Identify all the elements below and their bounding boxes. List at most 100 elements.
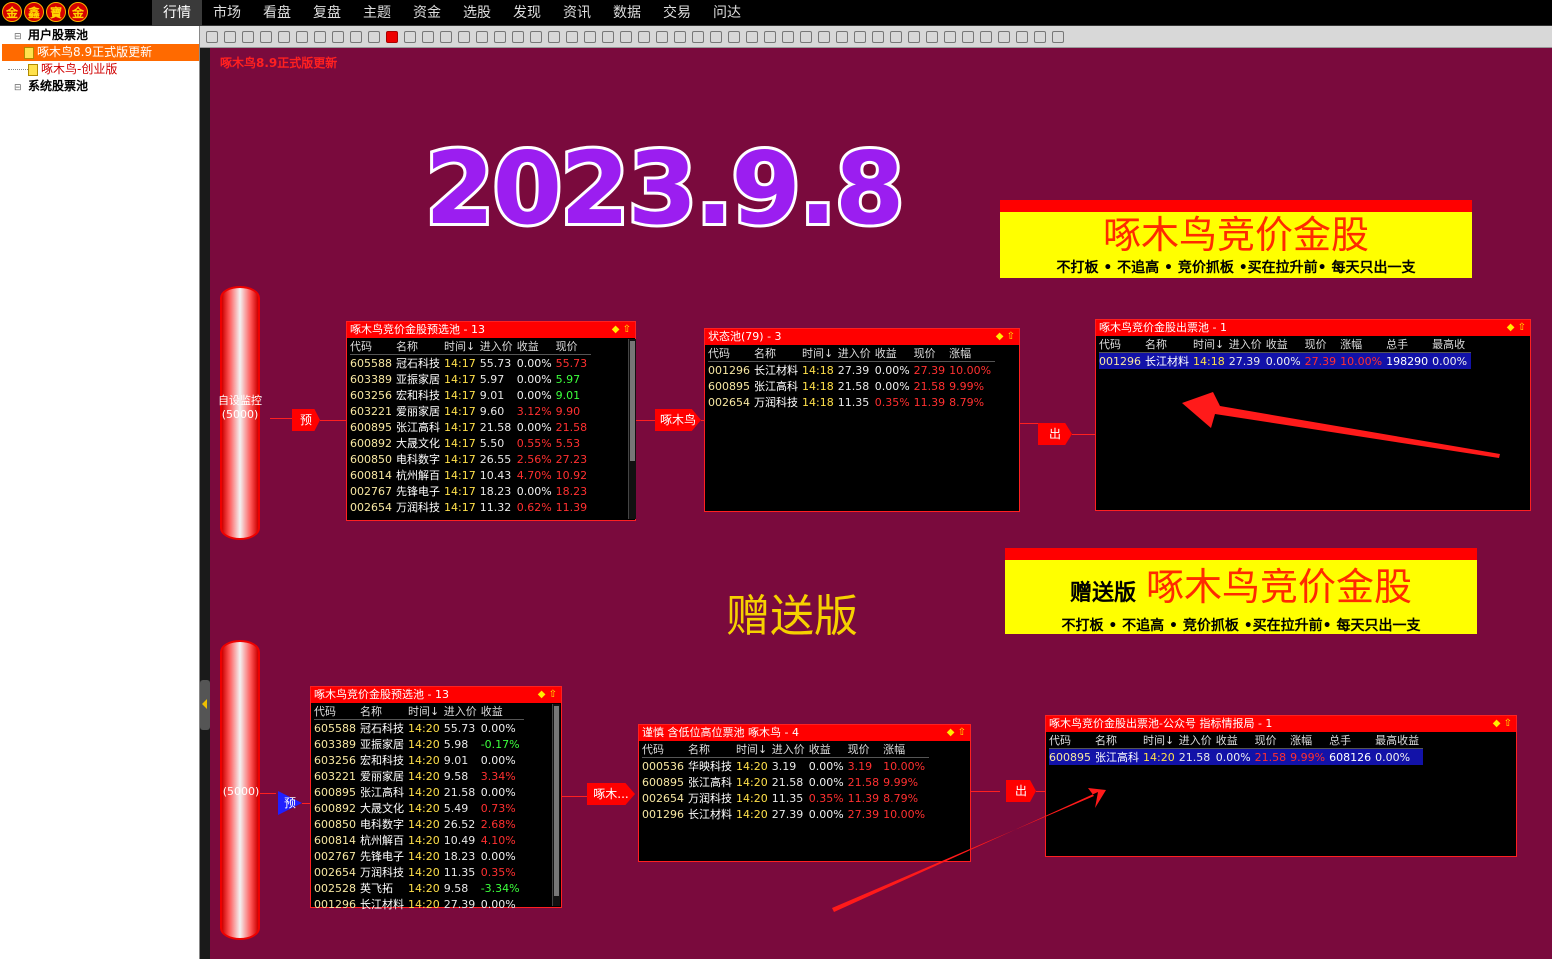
toolbar-tool-icon[interactable]: [818, 30, 830, 43]
toolbar-tool-icon[interactable]: [638, 30, 650, 43]
toolbar-tool-icon[interactable]: [854, 30, 866, 43]
toolbar-tool-icon[interactable]: [602, 30, 614, 43]
column-header[interactable]: 现价: [847, 741, 884, 758]
toolbar-tool-icon[interactable]: [764, 30, 776, 43]
table-row[interactable]: 600895 张江高科 14:17 21.58 0.00% 21.58: [350, 419, 591, 435]
scrollbar[interactable]: [552, 704, 560, 906]
panel-pin-icon[interactable]: ◆ ⇧: [1493, 716, 1512, 732]
tree-collapse-icon[interactable]: ⊟: [14, 80, 28, 97]
menu-item[interactable]: 主题: [352, 0, 402, 26]
column-header[interactable]: 名称: [396, 338, 444, 355]
tree-item-chinext[interactable]: 啄木鸟-创业版: [8, 61, 117, 78]
table-row[interactable]: 605588 冠石科技 14:17 55.73 0.00% 55.73: [350, 355, 591, 372]
column-header[interactable]: 收益: [516, 338, 556, 355]
toolbar-tool-icon[interactable]: [476, 30, 488, 43]
toolbar-tool-icon[interactable]: [512, 30, 524, 43]
toolbar-tool-icon[interactable]: [998, 30, 1010, 43]
scrollbar[interactable]: [628, 339, 636, 519]
table-row[interactable]: 001296 长江材料 14:20 27.39 0.00%: [314, 896, 524, 912]
collapse-sidebar-icon[interactable]: [200, 680, 210, 730]
table-row[interactable]: 001296 长江材料 14:20 27.39 0.00% 27.39 10.00%: [642, 806, 929, 822]
table-row[interactable]: 603389 亚振家居 14:20 5.98 -0.17%: [314, 736, 524, 752]
toolbar-tool-icon[interactable]: [926, 30, 938, 43]
table-row[interactable]: 600895 张江高科 14:20 21.58 0.00%: [314, 784, 524, 800]
toolbar-tool-icon[interactable]: [908, 30, 920, 43]
tag-pre[interactable]: 预: [278, 791, 302, 815]
table-row[interactable]: 600895 张江高科 14:20 21.58 0.00% 21.58 9.99%: [642, 774, 929, 790]
column-header[interactable]: 收益: [1265, 336, 1305, 353]
toolbar-tool-icon[interactable]: [728, 30, 740, 43]
toolbar-tool-icon[interactable]: [296, 30, 308, 43]
toolbar-tool-icon[interactable]: [1034, 30, 1046, 43]
menu-item[interactable]: 资金: [402, 0, 452, 26]
toolbar-tool-icon[interactable]: [404, 30, 416, 43]
menu-item[interactable]: 数据: [602, 0, 652, 26]
column-header[interactable]: 收益: [808, 741, 848, 758]
table-row[interactable]: 600814 杭州解百 14:20 10.49 4.10%: [314, 832, 524, 848]
column-header[interactable]: 名称: [1095, 732, 1143, 749]
column-header[interactable]: 涨幅: [1340, 336, 1387, 353]
column-header[interactable]: 名称: [688, 741, 736, 758]
toolbar-tool-icon[interactable]: [494, 30, 506, 43]
tree-item-update[interactable]: 啄木鸟8.9正式版更新: [2, 44, 199, 61]
toolbar-tool-icon[interactable]: [566, 30, 578, 43]
toolbar-tool-icon[interactable]: [620, 30, 632, 43]
toolbar-tool-icon[interactable]: [386, 30, 398, 43]
column-header[interactable]: 收益: [874, 345, 914, 362]
toolbar-tool-icon[interactable]: [368, 30, 380, 43]
table-row[interactable]: 001296 长江材料 14:18 27.39 0.00% 27.39 10.00% 1982…: [1099, 352, 1472, 369]
toolbar-tool-icon[interactable]: [242, 30, 254, 43]
column-header[interactable]: 进入价: [443, 703, 481, 720]
table-row[interactable]: 002767 先锋电子 14:17 18.23 0.00% 18.23: [350, 483, 591, 499]
panel-preselect-pool-gift[interactable]: 啄木鸟竞价金股预选池 - 13 ◆ ⇧ 代码 名称 时间↓ 进入价 收益 605588 冠石科…: [310, 686, 562, 911]
tag-woodpecker[interactable]: 啄木...: [587, 783, 635, 805]
menu-item[interactable]: 看盘: [252, 0, 302, 26]
toolbar-tool-icon[interactable]: [944, 30, 956, 43]
column-header[interactable]: 收益: [1215, 732, 1255, 749]
column-header[interactable]: 时间↓: [1143, 732, 1179, 749]
table-row[interactable]: 002654 万润科技 14:18 11.35 0.35% 11.39 8.79%: [708, 394, 995, 410]
table-row[interactable]: 603221 爱丽家居 14:17 9.60 3.12% 9.90: [350, 403, 591, 419]
toolbar-tool-icon[interactable]: [1052, 30, 1064, 43]
column-header[interactable]: 名称: [754, 345, 802, 362]
panel-pin-icon[interactable]: ◆ ⇧: [1507, 320, 1526, 336]
menu-item[interactable]: 发现: [502, 0, 552, 26]
column-header[interactable]: 名称: [1145, 336, 1193, 353]
menu-item[interactable]: 资讯: [552, 0, 602, 26]
menu-item[interactable]: 复盘: [302, 0, 352, 26]
column-header[interactable]: 时间↓: [444, 338, 480, 355]
table-row[interactable]: 600895 张江高科 14:18 21.58 0.00% 21.58 9.99%: [708, 378, 995, 394]
column-header[interactable]: 最高收益: [1375, 732, 1424, 749]
toolbar-tool-icon[interactable]: [710, 30, 722, 43]
table-row[interactable]: 002528 英飞拓 14:20 9.58 -3.34%: [314, 880, 524, 896]
tag-pre[interactable]: 预: [292, 409, 320, 431]
column-header[interactable]: 涨幅: [883, 741, 930, 758]
column-header[interactable]: 涨幅: [1290, 732, 1330, 749]
table-row[interactable]: 603389 亚振家居 14:17 5.97 0.00% 5.97: [350, 371, 591, 387]
column-header[interactable]: 进入价: [1228, 336, 1266, 353]
column-header[interactable]: 代码: [314, 703, 360, 720]
column-header[interactable]: 总手: [1386, 336, 1433, 353]
column-header[interactable]: 时间↓: [408, 703, 444, 720]
column-header[interactable]: 进入价: [771, 741, 809, 758]
column-header[interactable]: 代码: [708, 345, 754, 362]
panel-pin-icon[interactable]: ◆ ⇧: [538, 687, 557, 703]
menu-item[interactable]: 行情: [152, 0, 202, 26]
table-row[interactable]: 600892 大晟文化 14:17 5.50 0.55% 5.53: [350, 435, 591, 451]
toolbar-tool-icon[interactable]: [656, 30, 668, 43]
table-row[interactable]: 002654 万润科技 14:20 11.35 0.35%: [314, 864, 524, 880]
column-header[interactable]: 总手: [1329, 732, 1376, 749]
table-row[interactable]: 600850 电科数字 14:20 26.52 2.68%: [314, 816, 524, 832]
toolbar-tool-icon[interactable]: [422, 30, 434, 43]
table-row[interactable]: 002654 万润科技 14:20 11.35 0.35% 11.39 8.79%: [642, 790, 929, 806]
panel-caution-pool[interactable]: 谨慎 含低位高位票池 啄木鸟 - 4 ◆ ⇧ 代码 名称 时间↓ 进入价 收益 现价 涨幅 00…: [638, 724, 971, 862]
column-header[interactable]: 进入价: [1178, 732, 1216, 749]
column-header[interactable]: 最高收: [1432, 336, 1472, 353]
table-row[interactable]: 600814 杭州解百 14:17 10.43 4.70% 10.92: [350, 467, 591, 483]
table-row[interactable]: 600895 张江高科 14:20 21.58 0.00% 21.58 9.99% 60812…: [1049, 748, 1424, 765]
toolbar-tool-icon[interactable]: [548, 30, 560, 43]
toolbar-tool-icon[interactable]: [530, 30, 542, 43]
toolbar-tool-icon[interactable]: [584, 30, 596, 43]
panel-pin-icon[interactable]: ◆ ⇧: [947, 725, 966, 741]
tree-node-system-pool[interactable]: ⊟ 系统股票池: [14, 78, 88, 95]
